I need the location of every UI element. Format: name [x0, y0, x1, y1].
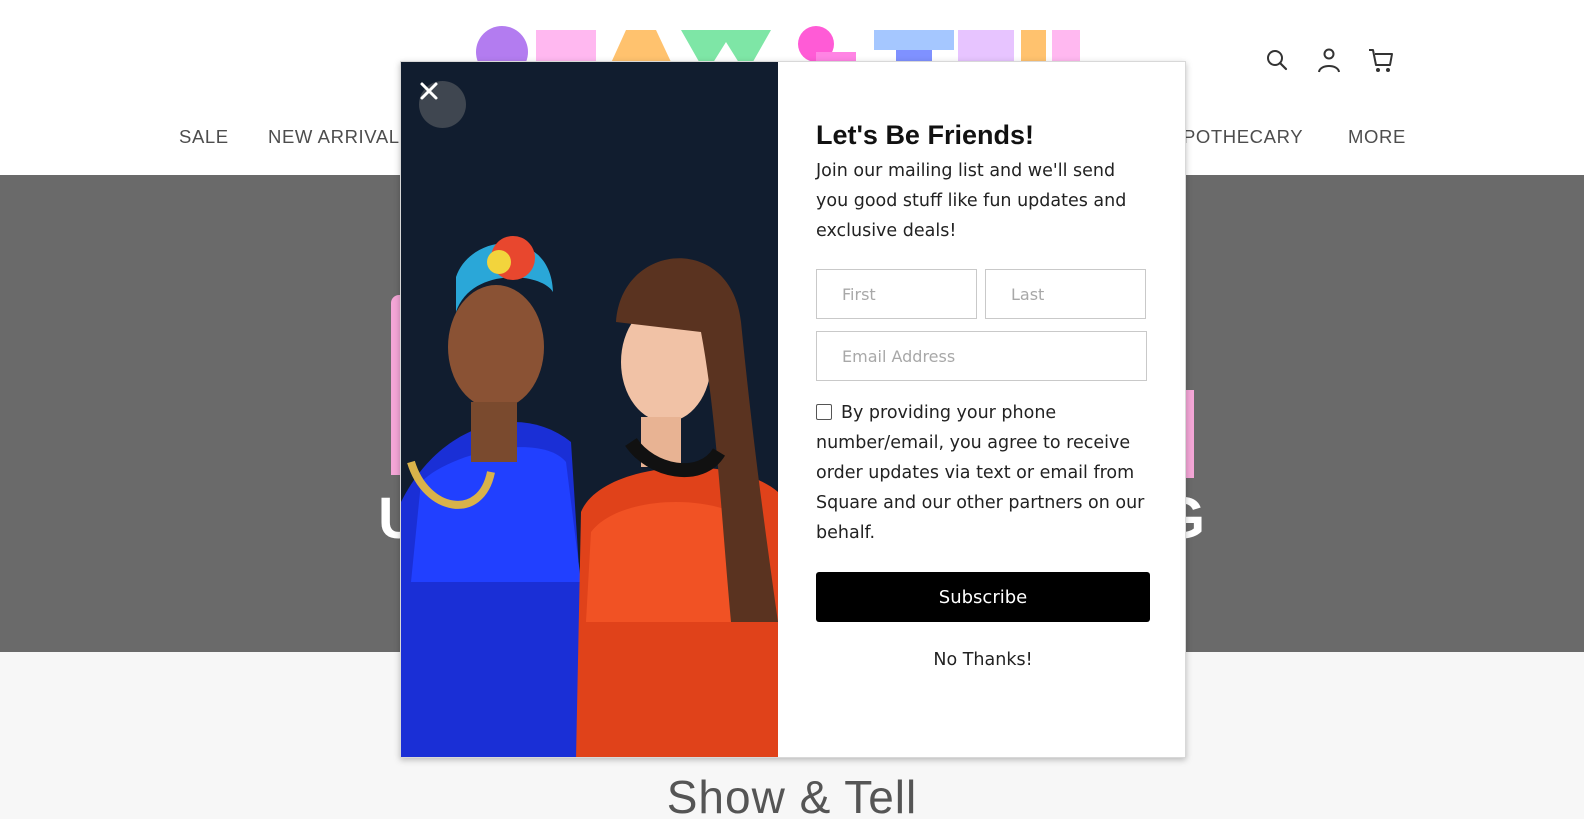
- close-icon: [420, 82, 438, 100]
- nav-item-more[interactable]: MORE: [1348, 126, 1406, 148]
- modal-heading: Let's Be Friends!: [816, 120, 1034, 150]
- modal-photo: [401, 62, 778, 757]
- newsletter-modal: Let's Be Friends! Join our mailing list …: [400, 61, 1186, 758]
- header-icons: [1264, 46, 1394, 74]
- modal-description: Join our mailing list and we'll send you…: [816, 161, 1127, 241]
- subscribe-button[interactable]: Subscribe: [816, 572, 1150, 622]
- close-button[interactable]: [419, 81, 466, 128]
- account-icon[interactable]: [1316, 46, 1342, 74]
- cart-icon[interactable]: [1368, 46, 1394, 74]
- email-input[interactable]: [816, 331, 1147, 381]
- consent-checkbox[interactable]: [816, 404, 832, 420]
- section-title: Show & Tell: [666, 771, 918, 819]
- no-thanks-link[interactable]: No Thanks!: [816, 650, 1150, 670]
- search-icon[interactable]: [1264, 46, 1290, 74]
- signup-form: Let's Be Friends! Join our mailing list …: [778, 62, 1185, 757]
- nav-item-sale[interactable]: SALE: [179, 126, 229, 148]
- consent-label: By providing your phone number/email, yo…: [816, 403, 1145, 543]
- photo-illustration: [401, 62, 778, 757]
- nav-item-apothecary[interactable]: APOTHECARY: [1170, 126, 1303, 148]
- last-name-input[interactable]: [985, 269, 1146, 319]
- nav-item-new-arrivals[interactable]: NEW ARRIVALS: [268, 126, 413, 148]
- consent-block: By providing your phone number/email, yo…: [816, 398, 1152, 548]
- first-name-input[interactable]: [816, 269, 977, 319]
